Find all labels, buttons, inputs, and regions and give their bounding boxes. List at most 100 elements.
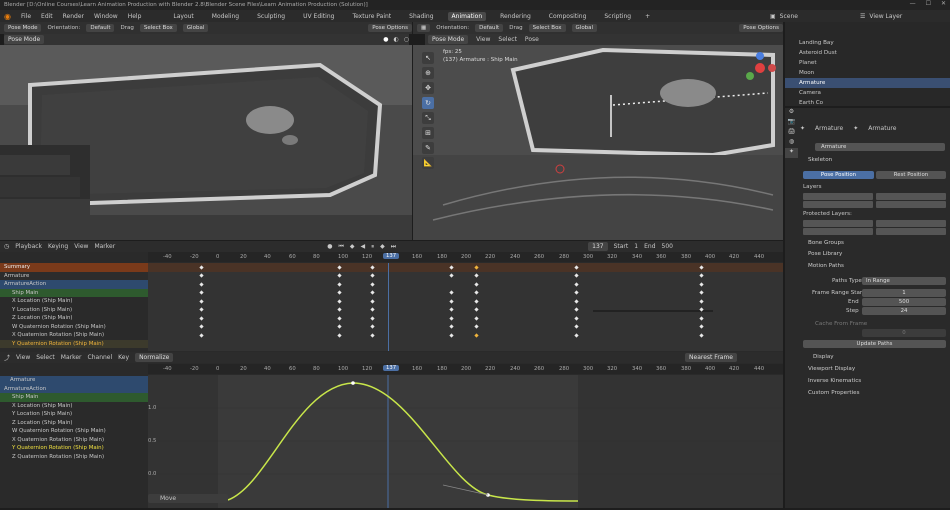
keyframe-diamond[interactable] <box>474 332 479 338</box>
tab-animation[interactable]: Animation <box>447 11 487 21</box>
graph-menu-channel[interactable]: Channel <box>88 354 113 361</box>
tab-uv-editing[interactable]: UV Editing <box>299 12 338 21</box>
keyframe-diamond[interactable] <box>699 315 704 321</box>
step-field[interactable]: 24 <box>862 307 946 315</box>
graph-channel-action[interactable]: ArmatureAction <box>0 384 148 393</box>
keyframe-diamond[interactable] <box>449 273 454 278</box>
right-transform-dropdown[interactable]: Global <box>571 24 598 32</box>
pause-icon[interactable]: ⏸ <box>371 243 374 251</box>
inverse-kinematics-section[interactable]: Inverse Kinematics <box>800 376 861 387</box>
channel-y-location[interactable]: Y Location (Ship Main) <box>0 306 148 315</box>
jump-start-icon[interactable]: ⏮ <box>338 243 343 251</box>
shading-solid-icon[interactable]: ● <box>383 36 388 43</box>
range-end-field[interactable]: 500 <box>862 298 946 306</box>
armature-name-field[interactable]: Armature <box>815 143 945 151</box>
graph-menu-marker[interactable]: Marker <box>61 354 82 361</box>
keyframe-diamond[interactable] <box>199 332 204 338</box>
keyframe-diamond[interactable] <box>699 273 704 278</box>
prev-key-icon[interactable]: ◆ <box>350 243 355 250</box>
keyframe-diamond[interactable] <box>699 332 704 338</box>
outliner-item-planet[interactable]: Planet <box>785 58 950 68</box>
output-tab-icon[interactable]: 🖨 <box>785 128 798 138</box>
bone-groups-section[interactable]: Bone Groups <box>800 238 844 249</box>
keyframe-diamond[interactable] <box>574 290 579 295</box>
graph-menu-select[interactable]: Select <box>36 354 55 361</box>
keyframe-diamond[interactable] <box>370 315 375 321</box>
left-pose-options-dropdown[interactable]: Pose Options <box>368 24 412 32</box>
keyframe-diamond[interactable] <box>574 307 579 312</box>
left-select-box-dropdown[interactable]: Select Box <box>139 24 177 32</box>
outliner-item-landing-bay[interactable]: Landing Bay <box>785 38 950 48</box>
scale-tool-icon[interactable]: ⤡ <box>422 112 434 124</box>
play-reverse-icon[interactable]: ◀ <box>360 243 365 250</box>
end-frame-field[interactable]: 500 <box>662 243 673 250</box>
keyframe-diamond[interactable] <box>370 290 375 295</box>
channel-y-quat[interactable]: Y Quaternion Rotation (Ship Main) <box>0 339 148 348</box>
keyframe-diamond[interactable] <box>574 324 579 329</box>
right-select-box-dropdown[interactable]: Select Box <box>528 24 566 32</box>
outliner-item-earth[interactable]: Earth Co <box>785 98 950 108</box>
graph-channel-w-quat[interactable]: W Quaternion Rotation (Ship Main) <box>0 427 148 436</box>
right-menu-view[interactable]: View <box>476 36 490 43</box>
right-3d-viewport[interactable] <box>413 45 783 240</box>
maximize-icon[interactable]: ☐ <box>926 0 931 10</box>
channel-ship-main[interactable]: Ship Main <box>0 288 148 297</box>
keyframe-diamond[interactable] <box>199 273 204 278</box>
timeline-marker-menu[interactable]: Marker <box>94 243 115 250</box>
measure-tool-icon[interactable]: 📐 <box>422 157 434 169</box>
ds-playhead-badge[interactable]: 137 <box>383 253 400 259</box>
channel-w-quat[interactable]: W Quaternion Rotation (Ship Main) <box>0 323 148 332</box>
right-orientation-dropdown[interactable]: Default <box>475 24 504 32</box>
keyframe-diamond[interactable] <box>699 290 704 295</box>
keyframe-diamond[interactable] <box>574 281 579 287</box>
keyframe-diamond[interactable] <box>199 307 204 312</box>
channel-summary[interactable]: Summary <box>0 263 148 272</box>
outliner-item-armature[interactable]: Armature <box>785 78 950 88</box>
keyframe-diamond[interactable] <box>474 273 479 278</box>
tool-tab-icon[interactable]: ⚙ <box>785 108 798 118</box>
layers-grid[interactable] <box>803 193 946 208</box>
rest-position-button[interactable]: Rest Position <box>876 171 946 179</box>
keyframe-diamond[interactable] <box>699 298 704 304</box>
operator-panel-move[interactable]: Move <box>148 494 228 503</box>
move-tool-icon[interactable]: ✥ <box>422 82 434 94</box>
channel-z-location[interactable]: Z Location (Ship Main) <box>0 314 148 323</box>
timeline-view-menu[interactable]: View <box>74 243 88 250</box>
keyframe-diamond[interactable] <box>336 298 342 304</box>
custom-properties-section[interactable]: Custom Properties <box>800 388 859 399</box>
dopesheet-ruler[interactable]: -40 -20 0 20 40 60 80 100 120 137 160 18… <box>148 252 783 262</box>
keyframe-diamond[interactable] <box>336 315 342 321</box>
keyframe-diamond[interactable] <box>449 290 454 295</box>
select-tool-icon[interactable]: ↖ <box>422 52 434 64</box>
shading-material-icon[interactable]: ◐ <box>394 36 399 43</box>
channel-action[interactable]: ArmatureAction <box>0 280 148 289</box>
keyframe-diamond[interactable] <box>370 273 375 278</box>
keyframe-diamond[interactable] <box>574 273 579 278</box>
left-3d-viewport[interactable] <box>0 45 412 240</box>
graph-channel-x-quat[interactable]: X Quaternion Rotation (Ship Main) <box>0 436 148 445</box>
tab-modeling[interactable]: Modeling <box>208 12 243 21</box>
keyframe-diamond[interactable] <box>449 298 454 304</box>
left-pose-mode-chip[interactable]: Pose Mode <box>4 35 45 44</box>
keyframe-diamond[interactable] <box>199 281 204 287</box>
channel-x-location[interactable]: X Location (Ship Main) <box>0 297 148 306</box>
graph-channel-z-location[interactable]: Z Location (Ship Main) <box>0 419 148 428</box>
keyframe-diamond[interactable] <box>336 264 342 270</box>
pose-library-section[interactable]: Pose Library <box>800 249 842 260</box>
keyframe-diamond[interactable] <box>699 324 704 329</box>
minimize-icon[interactable]: — <box>910 0 916 10</box>
keyframe-diamond[interactable] <box>370 298 375 304</box>
left-mode-dropdown[interactable]: Pose Mode <box>4 24 42 32</box>
viewport-display-section[interactable]: Viewport Display <box>800 364 855 375</box>
rotate-tool-icon[interactable]: ↻ <box>422 97 434 109</box>
keyframe-diamond[interactable] <box>449 307 454 312</box>
menu-render[interactable]: Render <box>63 13 84 20</box>
right-menu-pose[interactable]: Pose <box>525 36 539 43</box>
menu-help[interactable]: Help <box>128 13 142 20</box>
graph-canvas[interactable]: 1.0 0.5 0.0 <box>148 375 783 508</box>
keyframe-diamond[interactable] <box>574 315 579 321</box>
menu-edit[interactable]: Edit <box>41 13 53 20</box>
keyframe-diamond[interactable] <box>336 307 342 312</box>
skeleton-section[interactable]: Skeleton <box>800 155 832 166</box>
left-orientation-dropdown[interactable]: Default <box>86 24 115 32</box>
